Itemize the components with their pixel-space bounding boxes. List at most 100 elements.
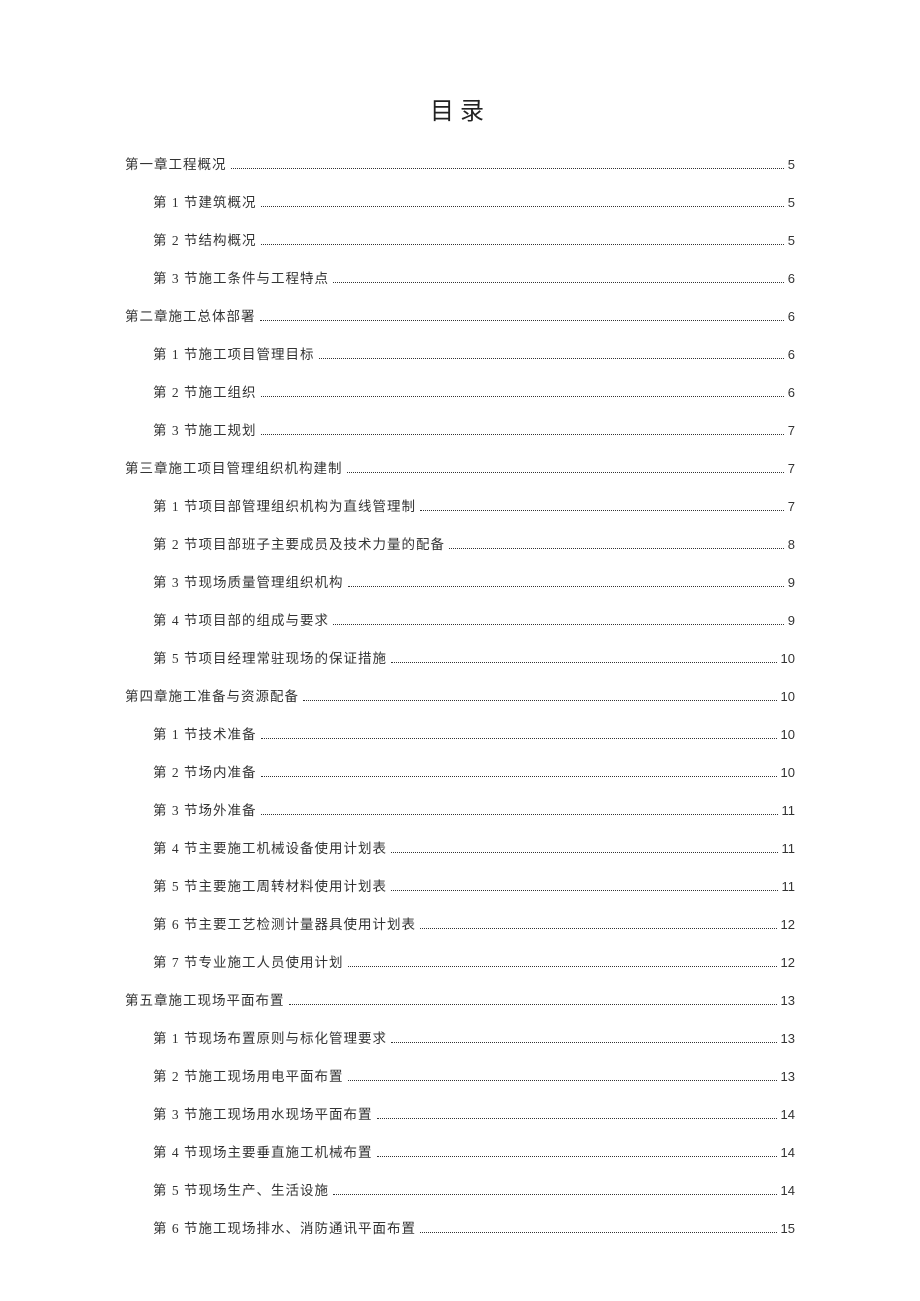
toc-leader-dots [420, 510, 784, 511]
toc-label: 第 1 节建筑概况 [153, 196, 257, 210]
toc-leader-dots [333, 624, 784, 625]
toc-label: 第 3 节施工现场用水现场平面布置 [153, 1108, 373, 1122]
toc-leader-dots [261, 738, 777, 739]
toc-page-number: 10 [781, 766, 795, 779]
toc-leader-dots [391, 1042, 777, 1043]
toc-label: 第 2 节结构概况 [153, 234, 257, 248]
toc-entry: 第五章施工现场平面布置 13 [125, 994, 795, 1008]
toc-label: 第 1 节项目部管理组织机构为直线管理制 [153, 500, 416, 514]
toc-page-number: 10 [781, 652, 795, 665]
toc-page-number: 14 [781, 1146, 795, 1159]
toc-page-number: 5 [788, 234, 795, 247]
toc-label: 第一章工程概况 [125, 158, 227, 172]
toc-label: 第 5 节主要施工周转材料使用计划表 [153, 880, 387, 894]
toc-label: 第 1 节现场布置原则与标化管理要求 [153, 1032, 387, 1046]
toc-entry: 第二章施工总体部署 6 [125, 310, 795, 324]
toc-entry: 第 1 节现场布置原则与标化管理要求13 [153, 1032, 795, 1046]
toc-label: 第 3 节施工规划 [153, 424, 257, 438]
toc-page-number: 9 [788, 614, 795, 627]
toc-entry: 第 2 节结构概况 5 [153, 234, 795, 248]
toc-page-number: 14 [781, 1108, 795, 1121]
toc-label: 第 3 节施工条件与工程特点 [153, 272, 329, 286]
toc-label: 第 4 节项目部的组成与要求 [153, 614, 329, 628]
toc-page-number: 13 [781, 1070, 795, 1083]
toc-label: 第五章施工现场平面布置 [125, 994, 285, 1008]
toc-entry: 第 4 节主要施工机械设备使用计划表 11 [153, 842, 795, 856]
toc-entry: 第四章施工准备与资源配备 10 [125, 690, 795, 704]
toc-page-number: 6 [788, 272, 795, 285]
toc-leader-dots [289, 1004, 777, 1005]
toc-label: 第二章施工总体部署 [125, 310, 256, 324]
toc-label: 第 1 节技术准备 [153, 728, 257, 742]
toc-entry: 第三章施工项目管理组织机构建制 7 [125, 462, 795, 476]
toc-page-number: 5 [788, 196, 795, 209]
toc-leader-dots [377, 1118, 777, 1119]
toc-page-number: 12 [781, 918, 795, 931]
toc-leader-dots [420, 928, 777, 929]
toc-leader-dots [261, 206, 784, 207]
toc-entry: 第 1 节技术准备 10 [153, 728, 795, 742]
toc-page-number: 13 [781, 994, 795, 1007]
toc-entry: 第 6 节主要工艺检测计量器具使用计划表 12 [153, 918, 795, 932]
toc-page-number: 10 [781, 728, 795, 741]
toc-entry: 第 5 节现场生产、生活设施 14 [153, 1184, 795, 1198]
toc-label: 第 2 节施工现场用电平面布置 [153, 1070, 344, 1084]
toc-entry: 第 2 节施工现场用电平面布置 13 [153, 1070, 795, 1084]
toc-entry: 第 1 节施工项目管理目标 6 [153, 348, 795, 362]
toc-leader-dots [333, 1194, 777, 1195]
toc-entry: 第 1 节建筑概况 5 [153, 196, 795, 210]
toc-leader-dots [261, 244, 784, 245]
toc-leader-dots [261, 776, 777, 777]
table-of-contents: 第一章工程概况5第 1 节建筑概况5第 2 节结构概况5第 3 节施工条件与工程… [125, 158, 795, 1236]
toc-label: 第 3 节场外准备 [153, 804, 257, 818]
toc-label: 第四章施工准备与资源配备 [125, 690, 299, 704]
toc-leader-dots [391, 852, 778, 853]
toc-leader-dots [261, 814, 778, 815]
toc-page-number: 7 [788, 462, 795, 475]
toc-label: 第 2 节项目部班子主要成员及技术力量的配备 [153, 538, 445, 552]
toc-leader-dots [449, 548, 784, 549]
toc-entry: 第 2 节施工组织6 [153, 386, 795, 400]
toc-leader-dots [319, 358, 784, 359]
toc-leader-dots [261, 434, 784, 435]
toc-leader-dots [260, 320, 784, 321]
toc-entry: 第 3 节场外准备11 [153, 804, 795, 818]
toc-entry: 第 4 节项目部的组成与要求 9 [153, 614, 795, 628]
toc-label: 第三章施工项目管理组织机构建制 [125, 462, 343, 476]
toc-page-number: 15 [781, 1222, 795, 1235]
toc-label: 第 3 节现场质量管理组织机构 [153, 576, 344, 590]
toc-leader-dots [377, 1156, 777, 1157]
toc-leader-dots [347, 472, 784, 473]
toc-label: 第 4 节主要施工机械设备使用计划表 [153, 842, 387, 856]
toc-page-number: 14 [781, 1184, 795, 1197]
toc-page-number: 8 [788, 538, 795, 551]
toc-leader-dots [348, 1080, 777, 1081]
toc-entry: 第 2 节场内准备 10 [153, 766, 795, 780]
toc-leader-dots [348, 966, 777, 967]
toc-page-number: 7 [788, 500, 795, 513]
toc-label: 第 2 节场内准备 [153, 766, 257, 780]
page-title: 目录 [125, 91, 795, 126]
toc-page-number: 9 [788, 576, 795, 589]
toc-label: 第 2 节施工组织 [153, 386, 257, 400]
toc-leader-dots [391, 662, 777, 663]
toc-entry: 第 2 节项目部班子主要成员及技术力量的配备 8 [153, 538, 795, 552]
toc-page-number: 6 [788, 348, 795, 361]
page-container: 目录 第一章工程概况5第 1 节建筑概况5第 2 节结构概况5第 3 节施工条件… [0, 0, 920, 1300]
toc-entry: 第 3 节施工规划 7 [153, 424, 795, 438]
toc-page-number: 7 [788, 424, 795, 437]
toc-label: 第 6 节施工现场排水、消防通讯平面布置 [153, 1222, 416, 1236]
toc-entry: 第 5 节项目经理常驻现场的保证措施10 [153, 652, 795, 666]
toc-entry: 第 3 节施工现场用水现场平面布置 14 [153, 1108, 795, 1122]
toc-leader-dots [391, 890, 778, 891]
toc-page-number: 11 [782, 842, 796, 855]
toc-page-number: 10 [781, 690, 795, 703]
toc-entry: 第 3 节现场质量管理组织机构 9 [153, 576, 795, 590]
toc-label: 第 5 节现场生产、生活设施 [153, 1184, 329, 1198]
toc-entry: 第 6 节施工现场排水、消防通讯平面布置 15 [153, 1222, 795, 1236]
toc-label: 第 4 节现场主要垂直施工机械布置 [153, 1146, 373, 1160]
toc-page-number: 6 [788, 310, 795, 323]
toc-leader-dots [333, 282, 784, 283]
toc-label: 第 1 节施工项目管理目标 [153, 348, 315, 362]
toc-label: 第 6 节主要工艺检测计量器具使用计划表 [153, 918, 416, 932]
